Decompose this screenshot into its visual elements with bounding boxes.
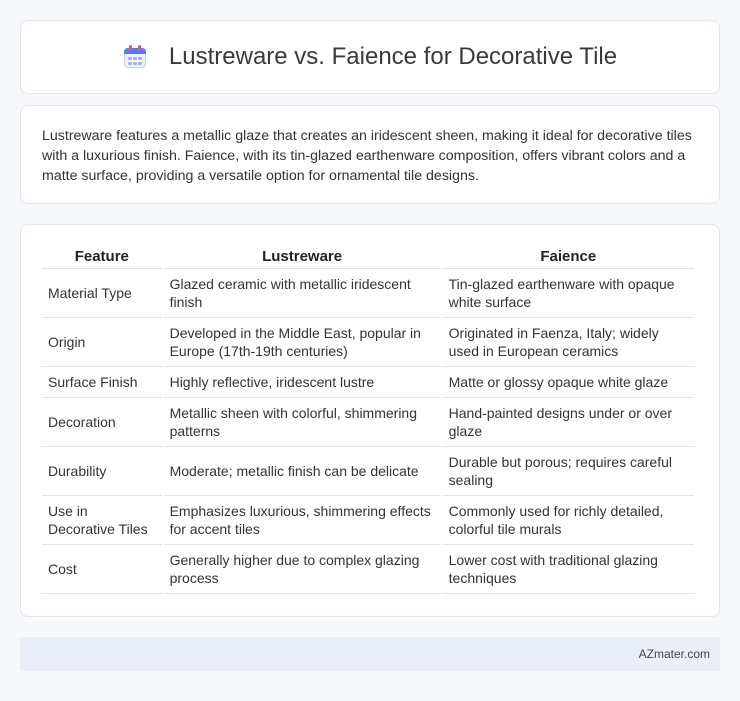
table-header-row: Feature Lustreware Faience: [42, 243, 694, 269]
page-title: Lustreware vs. Faience for Decorative Ti…: [168, 43, 618, 70]
table-row: Cost Generally higher due to complex gla…: [42, 545, 694, 594]
feature-cell: Durability: [42, 447, 162, 496]
table-row: Surface Finish Highly reflective, irides…: [42, 367, 694, 398]
table-row: Material Type Glazed ceramic with metall…: [42, 269, 694, 318]
faience-cell: Commonly used for richly detailed, color…: [442, 496, 694, 545]
faience-cell: Originated in Faenza, Italy; widely used…: [442, 318, 694, 367]
table-row: Origin Developed in the Middle East, pop…: [42, 318, 694, 367]
lustreware-cell: Metallic sheen with colorful, shimmering…: [163, 398, 441, 447]
feature-cell: Material Type: [42, 269, 162, 318]
faience-cell: Hand-painted designs under or over glaze: [442, 398, 694, 447]
feature-cell: Use in Decorative Tiles: [42, 496, 162, 545]
header-lustreware: Lustreware: [163, 243, 441, 269]
feature-cell: Decoration: [42, 398, 162, 447]
comparison-card: Feature Lustreware Faience Material Type…: [20, 224, 720, 617]
title-card: Lustreware vs. Faience for Decorative Ti…: [20, 20, 720, 94]
intro-text: Lustreware features a metallic glaze tha…: [42, 128, 692, 184]
title-wrap: Lustreware vs. Faience for Decorative Ti…: [123, 43, 617, 71]
header-feature: Feature: [42, 243, 162, 269]
lustreware-cell: Moderate; metallic finish can be delicat…: [163, 447, 441, 496]
comparison-table: Feature Lustreware Faience Material Type…: [40, 243, 696, 594]
feature-cell: Origin: [42, 318, 162, 367]
calendar-icon: [123, 45, 147, 69]
intro-card: Lustreware features a metallic glaze tha…: [20, 105, 720, 204]
footer: AZmater.com: [20, 637, 720, 671]
faience-cell: Tin-glazed earthenware with opaque white…: [442, 269, 694, 318]
table-row: Durability Moderate; metallic finish can…: [42, 447, 694, 496]
lustreware-cell: Emphasizes luxurious, shimmering effects…: [163, 496, 441, 545]
faience-cell: Durable but porous; requires careful sea…: [442, 447, 694, 496]
feature-cell: Cost: [42, 545, 162, 594]
lustreware-cell: Developed in the Middle East, popular in…: [163, 318, 441, 367]
lustreware-cell: Highly reflective, iridescent lustre: [163, 367, 441, 398]
faience-cell: Matte or glossy opaque white glaze: [442, 367, 694, 398]
lustreware-cell: Glazed ceramic with metallic iridescent …: [163, 269, 441, 318]
lustreware-cell: Generally higher due to complex glazing …: [163, 545, 441, 594]
table-row: Decoration Metallic sheen with colorful,…: [42, 398, 694, 447]
faience-cell: Lower cost with traditional glazing tech…: [442, 545, 694, 594]
table-row: Use in Decorative Tiles Emphasizes luxur…: [42, 496, 694, 545]
footer-brand: AZmater.com: [638, 647, 710, 661]
feature-cell: Surface Finish: [42, 367, 162, 398]
header-faience: Faience: [442, 243, 694, 269]
